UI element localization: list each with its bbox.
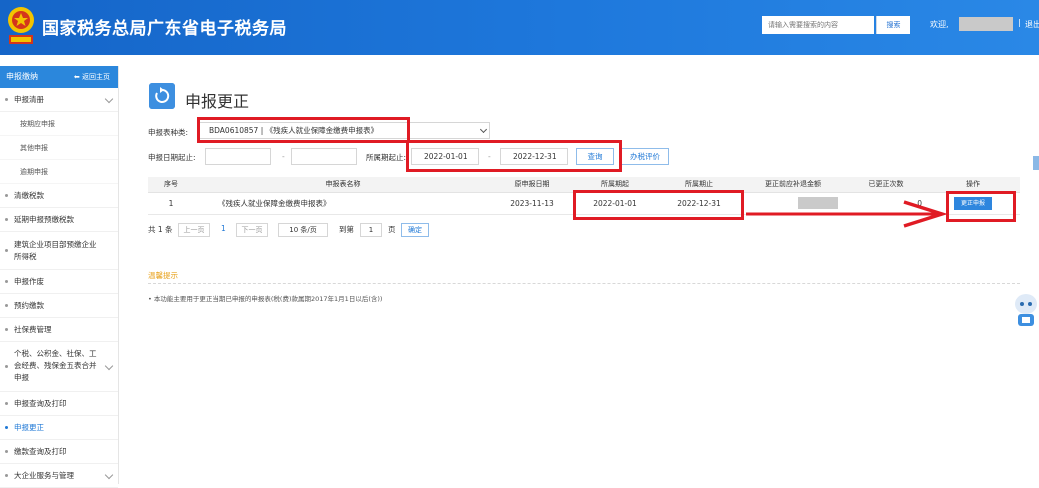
next-page-button[interactable]: 下一页 xyxy=(236,223,268,237)
side-float-tab[interactable] xyxy=(1033,156,1039,170)
tips-text: • 本功能主要用于更正当期已申报的申报表(税(费)款属期2017年1月1日以后(… xyxy=(148,295,383,303)
page-unit-label: 页 xyxy=(388,225,396,234)
sidebar-item-settle-tax[interactable]: 清缴税款 xyxy=(0,184,118,208)
tips-title: 温馨提示 xyxy=(148,271,178,280)
annotation-box-action xyxy=(946,191,1016,222)
bullet-icon xyxy=(5,194,8,197)
welcome-text: 欢迎, xyxy=(930,20,949,29)
bullet-icon xyxy=(5,365,8,368)
username-redacted xyxy=(959,17,1013,31)
bullet-icon xyxy=(5,280,8,283)
declare-date-label: 申报日期起止: xyxy=(148,153,196,162)
declare-start-input[interactable] xyxy=(205,148,271,165)
page-size-select[interactable]: 10 条/页 xyxy=(278,223,328,237)
annotation-box-form-type xyxy=(197,117,410,143)
goto-confirm-button[interactable]: 确定 xyxy=(401,223,429,237)
col-amount: 更正前应补退金额 xyxy=(740,177,846,193)
annotation-box-row-period xyxy=(573,190,744,220)
bullet-icon xyxy=(5,98,8,101)
sidebar-header: 申报缴纳 ⬅ 返回主页 xyxy=(0,66,118,88)
col-original-date: 原申报日期 xyxy=(492,177,572,193)
bullet-icon xyxy=(5,218,8,221)
bullet-icon xyxy=(5,328,8,331)
prev-page-button[interactable]: 上一页 xyxy=(178,223,210,237)
period-label: 所属期起止: xyxy=(366,153,407,162)
sidebar-item-correction[interactable]: 申报更正 xyxy=(0,416,118,440)
search-input[interactable] xyxy=(762,16,874,34)
col-corrected-count: 已更正次数 xyxy=(846,177,926,193)
tax-emblem-icon xyxy=(8,7,34,44)
sidebar-item-scheduled-payment[interactable]: 预约缴款 xyxy=(0,294,118,318)
tips-divider xyxy=(148,283,1020,284)
sidebar-item-construction-prepay[interactable]: 建筑企业项目部预缴企业所得税 xyxy=(0,232,118,270)
sidebar-item-query-print[interactable]: 申报查询及打印 xyxy=(0,392,118,416)
bullet-icon xyxy=(5,304,8,307)
correction-page-icon xyxy=(149,83,175,109)
sidebar-item-payment-query[interactable]: 缴款查询及打印 xyxy=(0,440,118,464)
assistant-robot-icon[interactable] xyxy=(1013,292,1039,328)
evaluate-button[interactable]: 办税评价 xyxy=(621,148,669,165)
bullet-icon xyxy=(5,249,8,252)
cell-name: 《残疾人就业保障金缴费申报表》 xyxy=(194,192,492,215)
top-header: 国家税务总局广东省电子税务局 搜索 欢迎, | 退出 xyxy=(0,0,1039,55)
cell-original-date: 2023-11-13 xyxy=(492,192,572,215)
header-separator: | xyxy=(1018,18,1021,27)
sidebar-item-large-enterprise[interactable]: 大企业服务与管理 xyxy=(0,464,118,488)
sidebar-item-five-forms[interactable]: 个税、公积金、社保、工会经费、残保金五表合并申报 xyxy=(0,342,118,392)
cell-index: 1 xyxy=(148,192,194,215)
chevron-down-icon xyxy=(104,94,114,103)
annotation-box-period xyxy=(406,140,622,172)
range-separator: - xyxy=(282,152,285,161)
chevron-down-icon xyxy=(104,361,114,370)
col-index: 序号 xyxy=(148,177,194,193)
sidebar-item-periodic[interactable]: 按期应申报 xyxy=(0,112,118,136)
col-action: 操作 xyxy=(926,177,1020,193)
site-title: 国家税务总局广东省电子税务局 xyxy=(42,19,287,39)
col-name: 申报表名称 xyxy=(194,177,492,193)
search-button[interactable]: 搜索 xyxy=(876,16,910,34)
bullet-icon xyxy=(5,450,8,453)
pagination-total: 共 1 条 xyxy=(148,225,173,234)
bullet-icon xyxy=(5,402,8,405)
sidebar-title: 申报缴纳 xyxy=(6,72,38,81)
sidebar-item-void[interactable]: 申报作废 xyxy=(0,270,118,294)
back-home-link[interactable]: ⬅ 返回主页 xyxy=(74,66,110,88)
chevron-down-icon xyxy=(104,470,114,479)
bullet-icon xyxy=(5,474,8,477)
sidebar-item-overdue[interactable]: 逾期申报 xyxy=(0,160,118,184)
bullet-icon xyxy=(5,426,8,429)
declare-end-input[interactable] xyxy=(291,148,357,165)
sidebar-item-extended-prepay[interactable]: 延期申报预缴税款 xyxy=(0,208,118,232)
goto-label: 到第 xyxy=(339,225,354,234)
current-page[interactable]: 1 xyxy=(221,224,226,233)
form-type-label: 申报表种类: xyxy=(148,128,189,137)
sidebar-item-social-security[interactable]: 社保费管理 xyxy=(0,318,118,342)
sidebar: 申报缴纳 ⬅ 返回主页 申报清册 按期应申报 其他申报 逾期申报 清缴税款 延期… xyxy=(0,66,119,488)
sidebar-item-other[interactable]: 其他申报 xyxy=(0,136,118,160)
page-title: 申报更正 xyxy=(185,92,250,111)
annotation-arrow-icon xyxy=(746,200,948,228)
logout-link[interactable]: 退出 xyxy=(1025,19,1039,30)
goto-page-input[interactable]: 1 xyxy=(360,223,382,237)
sidebar-item-declaration-list[interactable]: 申报清册 xyxy=(0,88,118,112)
